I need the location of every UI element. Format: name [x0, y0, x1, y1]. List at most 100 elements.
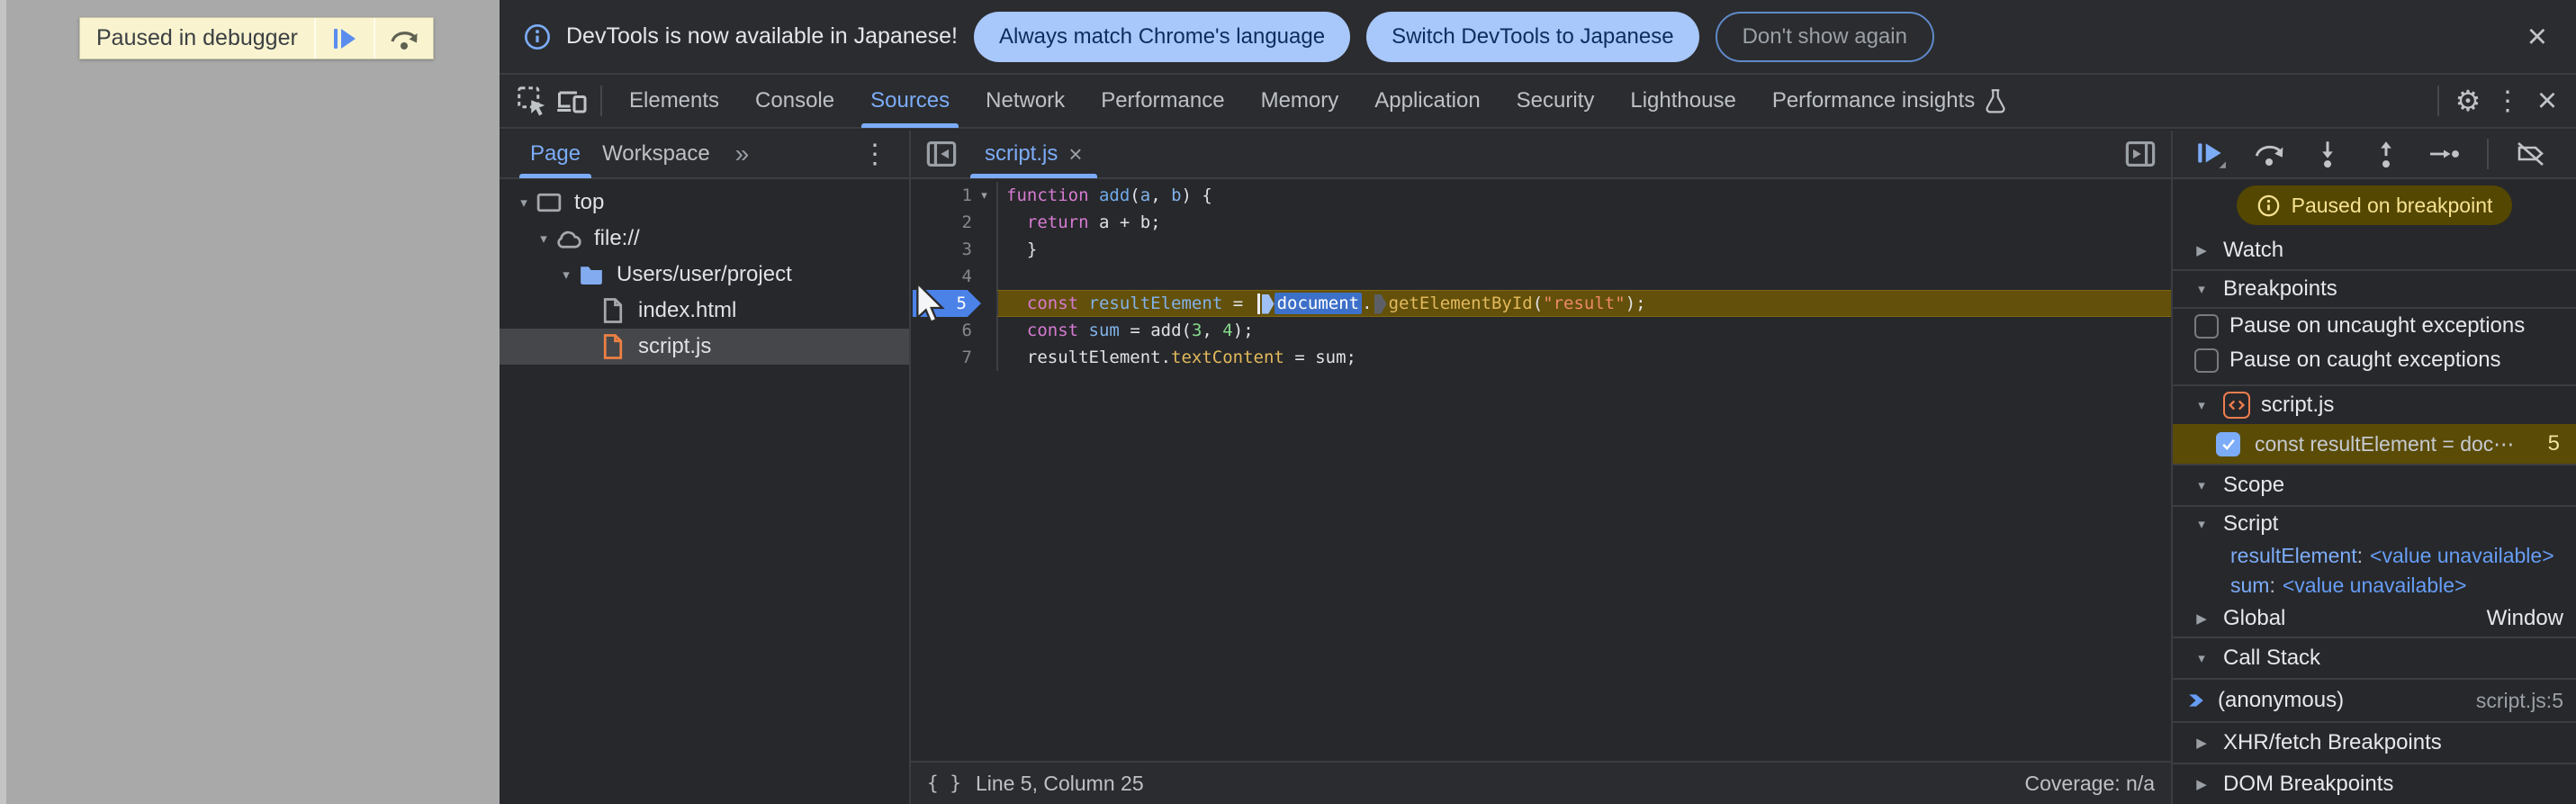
scope-global-group[interactable]: ▶ Global Window	[2173, 601, 2576, 637]
expand-arrow-icon[interactable]: ▾	[2191, 397, 2212, 413]
section-scope[interactable]: ▾ Scope	[2173, 464, 2576, 505]
collapse-arrow-icon[interactable]: ▶	[2191, 242, 2212, 258]
tab-memory[interactable]: Memory	[1243, 74, 1357, 128]
collapse-arrow-icon[interactable]: ▶	[2191, 735, 2212, 751]
checkbox-checked[interactable]	[2216, 431, 2240, 456]
call-stack-frame[interactable]: (anonymous) script.js:5	[2173, 680, 2576, 721]
code-token: return	[1026, 212, 1089, 232]
expand-arrow-icon[interactable]: ▾	[2191, 281, 2212, 297]
tab-elements[interactable]: Elements	[611, 74, 737, 128]
switch-to-japanese-button[interactable]: Switch DevTools to Japanese	[1366, 11, 1699, 62]
tab-console[interactable]: Console	[737, 74, 852, 128]
code-token: (	[1532, 294, 1544, 313]
tree-item-project-folder[interactable]: ▾ Users/user/project	[500, 257, 909, 293]
code-token: ) {	[1181, 185, 1212, 205]
code-token: function	[1006, 185, 1089, 205]
step-over-icon[interactable]	[2253, 138, 2285, 170]
scope-variable[interactable]: resultElement: <value unavailable>	[2173, 541, 2576, 571]
step-icon[interactable]	[2428, 138, 2461, 170]
tab-sources[interactable]: Sources	[852, 74, 968, 128]
step-over-icon	[389, 25, 419, 52]
resume-icon	[331, 26, 358, 51]
breakpoint-file-group[interactable]: ▾ script.js	[2173, 386, 2576, 424]
tab-security[interactable]: Security	[1499, 74, 1613, 128]
hide-navigator-icon[interactable]	[922, 134, 961, 174]
collapse-arrow-icon[interactable]: ▶	[2191, 610, 2212, 627]
deactivate-breakpoints-icon[interactable]	[2515, 138, 2547, 170]
expand-arrow-icon[interactable]: ▾	[555, 266, 577, 283]
collapse-arrow-icon[interactable]: ▶	[2191, 776, 2212, 792]
navigator-kebab-icon[interactable]: ⋮	[855, 134, 895, 174]
tab-workspace[interactable]: Workspace	[591, 130, 721, 178]
resume-script-button[interactable]	[313, 18, 374, 59]
section-breakpoints[interactable]: ▾ Breakpoints	[2173, 269, 2576, 307]
tree-item-top[interactable]: ▾ top	[500, 185, 909, 221]
expand-arrow-icon[interactable]: ▾	[2191, 516, 2212, 532]
resume-script-button[interactable]	[2194, 138, 2227, 170]
tree-item-index-html[interactable]: index.html	[500, 293, 909, 329]
scope-script-group[interactable]: ▾ Script	[2173, 507, 2576, 541]
code-token: "result"	[1543, 294, 1626, 313]
tab-network[interactable]: Network	[968, 74, 1083, 128]
tab-lighthouse[interactable]: Lighthouse	[1612, 74, 1753, 128]
frame-location: script.js:5	[2475, 688, 2563, 712]
cloud-icon	[554, 224, 583, 253]
pause-caught-row[interactable]: Pause on caught exceptions	[2173, 343, 2576, 377]
settings-gear-icon[interactable]: ⚙	[2448, 81, 2488, 121]
section-call-stack[interactable]: ▾ Call Stack	[2173, 637, 2576, 678]
checkbox-unchecked[interactable]	[2194, 348, 2219, 373]
expand-arrow-icon[interactable]: ▾	[2191, 477, 2212, 493]
notification-bar: DevTools is now available in Japanese! A…	[500, 0, 2576, 75]
breakpoint-list: ▾ script.js const resultElement = doc⋯ 5	[2173, 384, 2576, 464]
inspect-element-button[interactable]	[512, 81, 552, 121]
expand-arrow-icon[interactable]: ▾	[2191, 650, 2212, 666]
step-into-icon[interactable]	[2311, 138, 2344, 170]
line-number[interactable]: 1	[911, 182, 972, 209]
editor-tab-script-js[interactable]: script.js ×	[970, 130, 1097, 178]
tab-page[interactable]: Page	[519, 130, 592, 178]
fold-arrow-icon[interactable]: ▾	[972, 182, 996, 209]
more-options-kebab-icon[interactable]: ⋮	[2488, 81, 2527, 121]
tab-application[interactable]: Application	[1356, 74, 1498, 128]
pretty-print-icon[interactable]: { }	[927, 772, 961, 794]
tree-item-file-protocol[interactable]: ▾ file://	[500, 221, 909, 257]
more-tabs-icon[interactable]: »	[735, 140, 750, 168]
section-dom-breakpoints[interactable]: ▶ DOM Breakpoints	[2173, 763, 2576, 804]
paused-on-breakpoint-badge: Paused on breakpoint	[2236, 185, 2513, 225]
always-match-language-button[interactable]: Always match Chrome's language	[973, 11, 1351, 62]
hide-debugger-sidebar-icon[interactable]	[2121, 134, 2160, 174]
paused-in-debugger-banner: Paused in debugger	[79, 17, 434, 59]
expand-arrow-icon[interactable]: ▾	[513, 194, 535, 211]
code-lines: 1 ▾ function add(a, b) {2 return a + b; 3 }…	[911, 182, 2171, 371]
tab-performance[interactable]: Performance	[1083, 74, 1242, 128]
device-toolbar-button[interactable]	[552, 81, 591, 121]
line-number[interactable]: 7	[911, 344, 972, 371]
breakpoint-entry[interactable]: const resultElement = doc⋯ 5	[2173, 424, 2576, 464]
dont-show-again-button[interactable]: Don't show again	[1715, 11, 1934, 62]
checkbox-unchecked[interactable]	[2194, 313, 2219, 339]
code-token: =	[1222, 294, 1254, 313]
code-text: const resultElement = document. getElemen…	[996, 290, 2171, 317]
pause-uncaught-row[interactable]: Pause on uncaught exceptions	[2173, 309, 2576, 343]
paused-message-text: Paused on breakpoint	[2291, 193, 2493, 217]
scope-variable[interactable]: sum: <value unavailable>	[2173, 571, 2576, 601]
checkbox-label: Pause on caught exceptions	[2229, 348, 2501, 372]
line-number[interactable]: 2	[911, 209, 972, 236]
step-over-button[interactable]	[373, 18, 433, 59]
step-out-icon[interactable]	[2370, 138, 2402, 170]
line-number[interactable]: 3	[911, 236, 972, 263]
tree-item-script-js[interactable]: script.js	[500, 329, 909, 365]
code-editor[interactable]: 1 ▾ function add(a, b) {2 return a + b; 3 }…	[911, 179, 2171, 761]
editor-tab-label: script.js	[985, 141, 1058, 166]
tab-close-icon[interactable]: ×	[1068, 140, 1082, 168]
tab-performance-insights[interactable]: Performance insights	[1754, 74, 2025, 128]
devtools-close-icon[interactable]: ×	[2527, 81, 2567, 121]
section-xhr-breakpoints[interactable]: ▶ XHR/fetch Breakpoints	[2173, 721, 2576, 763]
code-token: b	[1171, 185, 1182, 205]
notification-close-icon[interactable]: ×	[2522, 20, 2553, 54]
section-watch[interactable]: ▶ Watch	[2173, 231, 2576, 269]
expand-arrow-icon[interactable]: ▾	[533, 230, 554, 247]
file-tree: ▾ top ▾ file:// ▾ Users/user/project ind…	[500, 179, 909, 365]
